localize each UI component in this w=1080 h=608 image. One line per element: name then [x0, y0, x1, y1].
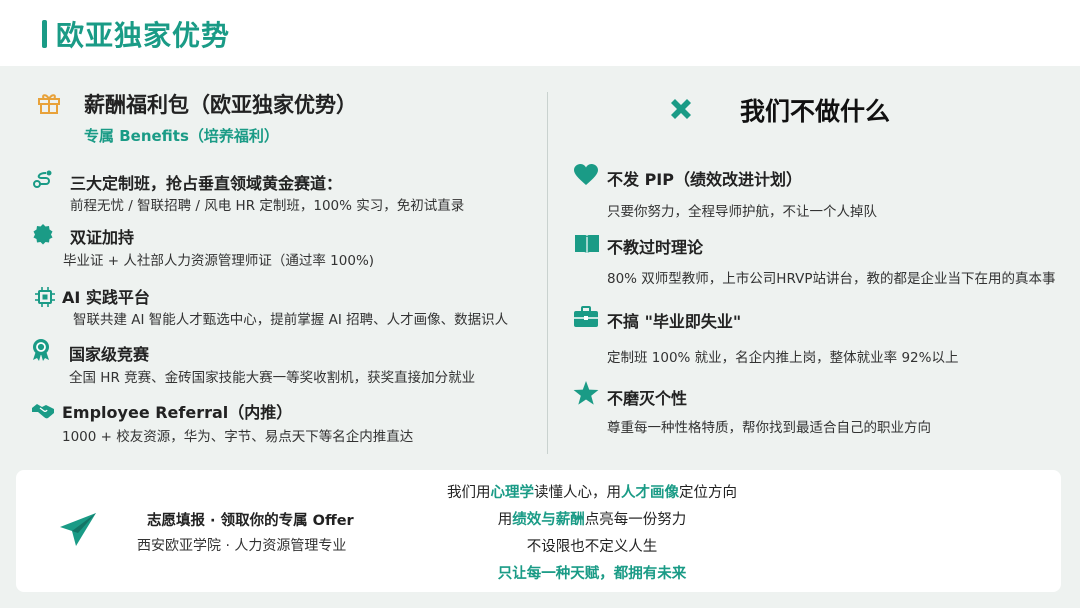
briefcase-icon — [574, 306, 598, 327]
heart-icon — [574, 164, 598, 185]
right-item-title: 不磨灭个性 — [607, 389, 688, 408]
offer-title: 志愿填报 · 领取你的专属 Offer — [147, 513, 354, 529]
left-item-title: 双证加持 — [70, 228, 135, 247]
paper-plane-icon — [60, 513, 96, 546]
slogan-text: 读懂人心，用 — [534, 485, 621, 501]
left-item-desc: 毕业证 + 人社部人力资源管理师证（通过率 100%) — [63, 253, 375, 269]
route-icon — [33, 170, 52, 188]
slogan-text: 定位方向 — [679, 485, 737, 501]
left-item-title: 国家级竞赛 — [69, 345, 150, 364]
title-accent-bar — [42, 20, 47, 48]
chip-icon — [35, 287, 55, 307]
right-item-desc: 只要你努力，全程导师护航，不让一个人掉队 — [607, 204, 877, 220]
star-icon — [573, 381, 599, 405]
slogan-line: 不设限也不定义人生 — [382, 535, 802, 556]
slogan-highlight: 绩效与薪酬 — [512, 512, 585, 528]
book-icon — [575, 235, 599, 254]
slogan-highlight: 人才画像 — [621, 485, 679, 501]
right-item-desc: 80% 双师型教师，上市公司HRVP站讲台，教的都是企业当下在用的真本事 — [607, 271, 1056, 287]
left-item-title: Employee Referral（内推） — [62, 403, 293, 422]
not-do-heading: 我们不做什么 — [740, 97, 891, 126]
gift-icon — [38, 94, 60, 114]
award-icon — [33, 339, 49, 361]
benefits-subheading: 专属 Benefits（培养福利） — [84, 127, 279, 145]
left-item-desc: 全国 HR 竞赛、金砖国家技能大赛一等奖收割机，获奖直接加分就业 — [69, 370, 476, 386]
slogan-text: 不设限也不定义人生 — [526, 539, 658, 555]
slogan-line: 我们用心理学读懂人心，用人才画像定位方向 — [382, 481, 802, 502]
page-title: 欧亚独家优势 — [56, 19, 231, 52]
right-item-desc: 尊重每一种性格特质，帮你找到最适合自己的职业方向 — [607, 420, 931, 436]
right-item-desc: 定制班 100% 就业，名企内推上岗，整体就业率 92%以上 — [607, 350, 959, 366]
column-divider — [547, 92, 548, 454]
slogan-highlight: 心理学 — [490, 485, 535, 501]
handshake-icon — [32, 404, 54, 419]
left-item-title: 三大定制班，抢占垂直领域黄金赛道： — [70, 174, 343, 193]
slogan-text: 用 — [497, 512, 513, 528]
slogan-text: 点亮每一份努力 — [584, 512, 687, 528]
benefits-heading: 薪酬福利包（欧亚独家优势） — [84, 93, 357, 117]
left-item-desc: 前程无忧 / 智联招聘 / 风电 HR 定制班，100% 实习，免初试直录 — [70, 198, 465, 214]
slogan-text: 我们用 — [447, 485, 491, 501]
close-x-icon — [671, 99, 691, 119]
slogan-final: 只让每一种天赋，都拥有未来 — [497, 566, 687, 582]
right-item-title: 不教过时理论 — [607, 238, 704, 257]
right-item-title: 不搞 "毕业即失业" — [607, 312, 742, 331]
slogan-line: 用绩效与薪酬点亮每一份努力 — [382, 508, 802, 529]
left-item-title: AI 实践平台 — [62, 288, 150, 307]
certificate-seal-icon — [33, 224, 53, 245]
left-item-desc: 智联共建 AI 智能人才甄选中心，提前掌握 AI 招聘、人才画像、数据识人 — [73, 312, 509, 328]
school-major: 西安欧亚学院 · 人力资源管理专业 — [137, 538, 347, 554]
left-item-desc: 1000 + 校友资源，华为、字节、易点天下等名企内推直达 — [62, 429, 414, 445]
right-item-title: 不发 PIP（绩效改进计划） — [607, 170, 802, 189]
